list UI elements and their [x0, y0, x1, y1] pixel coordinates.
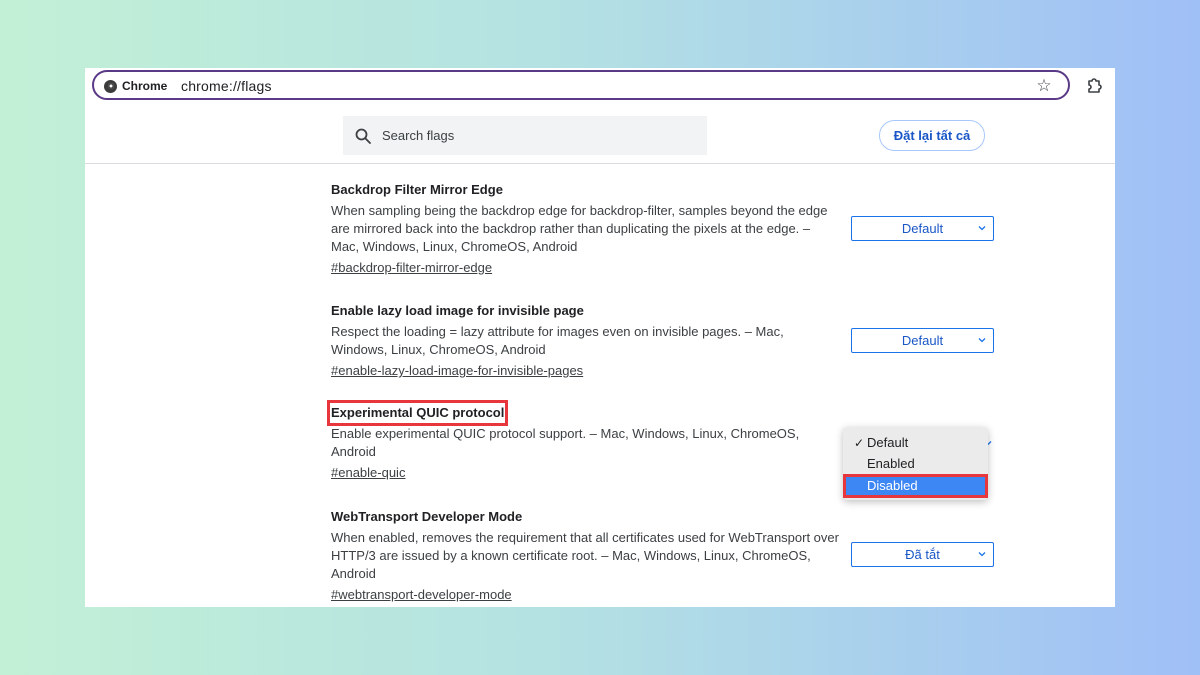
select-value: Default	[901, 221, 944, 236]
chrome-logo-icon	[104, 79, 117, 93]
flag-title: WebTransport Developer Mode	[331, 509, 523, 524]
flag-description: Enable experimental QUIC protocol suppor…	[331, 426, 800, 459]
header-divider	[85, 163, 1115, 164]
flag-entry-lazy-load-invisible-page: Enable lazy load image for invisible pag…	[331, 302, 841, 380]
dropdown-option-disabled[interactable]: Disabled	[843, 474, 988, 498]
chevron-down-icon	[978, 226, 986, 231]
flag-title: Experimental QUIC protocol	[326, 400, 509, 426]
chevron-down-icon	[978, 338, 986, 343]
flag-description: When enabled, removes the requirement th…	[331, 530, 839, 581]
site-chip[interactable]: Chrome	[104, 78, 167, 94]
flag-title: Enable lazy load image for invisible pag…	[331, 303, 584, 318]
flag-select-lazy-load-invisible-page[interactable]: Default	[851, 328, 994, 353]
flag-entry-webtransport-developer-mode: WebTransport Developer Mode When enabled…	[331, 508, 841, 604]
select-value: Default	[901, 333, 944, 348]
flag-description: Respect the loading = lazy attribute for…	[331, 324, 784, 357]
flag-description: When sampling being the backdrop edge fo…	[331, 203, 828, 254]
option-label: Enabled	[867, 456, 915, 471]
dropdown-option-default[interactable]: ✓ Default	[843, 434, 988, 452]
url-host: flags	[241, 78, 272, 94]
flag-select-backdrop-filter-mirror-edge[interactable]: Default	[851, 216, 994, 241]
address-bar[interactable]: Chrome chrome://flags ☆	[92, 70, 1070, 100]
url-scheme: chrome://	[181, 78, 242, 94]
browser-window: Chrome chrome://flags ☆ Đặt lại tất cả B…	[85, 68, 1115, 607]
url-text[interactable]: chrome://flags	[181, 78, 272, 94]
search-icon	[355, 128, 371, 144]
flag-entry-experimental-quic: Experimental QUIC protocol Enable experi…	[326, 400, 841, 482]
search-box[interactable]	[343, 116, 707, 155]
flag-select-webtransport-developer-mode[interactable]: Đã tắt	[851, 542, 994, 567]
flag-title: Backdrop Filter Mirror Edge	[331, 182, 503, 197]
select-value: Đã tắt	[905, 547, 940, 562]
flag-permalink[interactable]: #webtransport-developer-mode	[331, 586, 512, 604]
option-label: Default	[867, 435, 909, 450]
option-label: Disabled	[867, 478, 918, 493]
checkmark-icon: ✓	[854, 436, 865, 450]
reset-all-button[interactable]: Đặt lại tất cả	[879, 120, 985, 151]
flag-permalink[interactable]: #backdrop-filter-mirror-edge	[331, 259, 492, 277]
flag-permalink[interactable]: #enable-lazy-load-image-for-invisible-pa…	[331, 362, 583, 380]
flag-select-dropdown-menu: ✓ Default Enabled Disabled	[843, 427, 988, 500]
chevron-down-icon	[978, 552, 986, 557]
extensions-puzzle-icon[interactable]	[1085, 76, 1103, 94]
flag-entry-backdrop-filter-mirror-edge: Backdrop Filter Mirror Edge When samplin…	[331, 181, 841, 277]
site-chip-label: Chrome	[122, 79, 168, 93]
bookmark-star-icon[interactable]: ☆	[1034, 76, 1054, 96]
search-input[interactable]	[380, 127, 684, 144]
dropdown-option-enabled[interactable]: Enabled	[843, 455, 988, 473]
flag-permalink[interactable]: #enable-quic	[331, 464, 405, 482]
